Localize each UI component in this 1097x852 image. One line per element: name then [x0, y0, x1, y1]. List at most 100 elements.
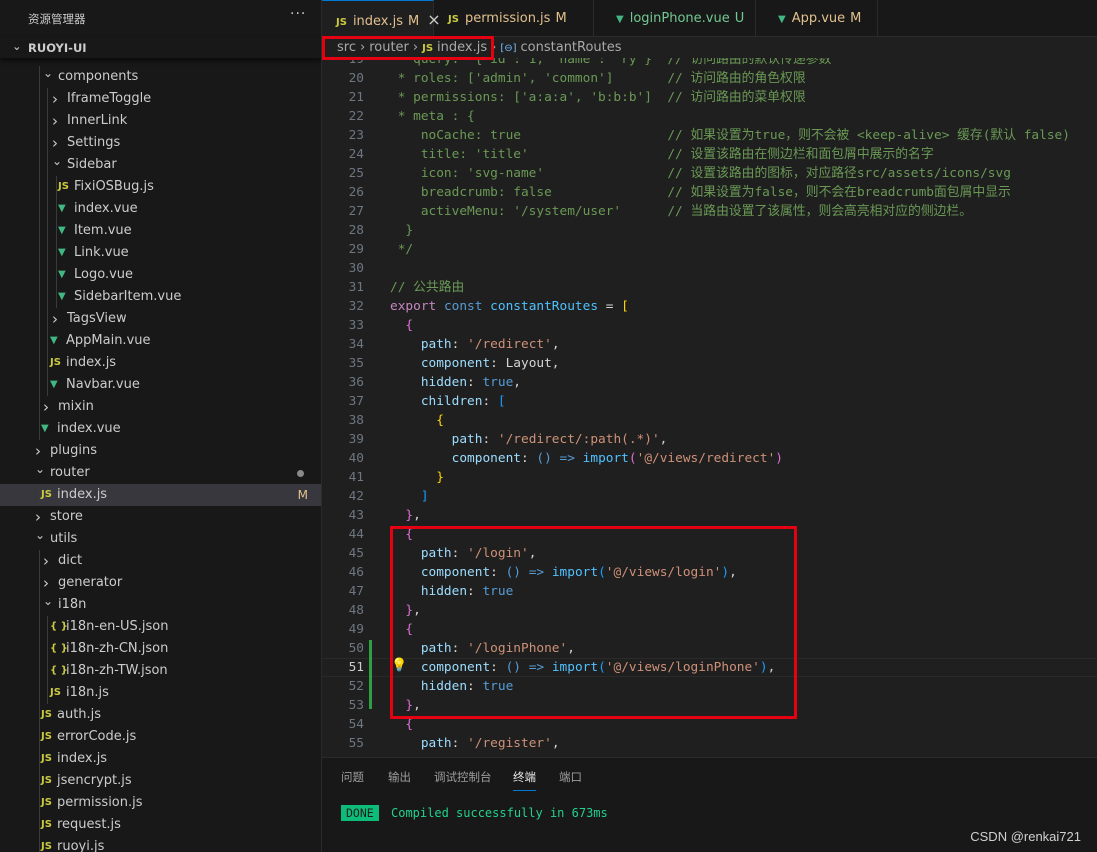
code-line[interactable]: 36 hidden: true,: [322, 373, 1097, 392]
tree-item[interactable]: { } i18n-zh-TW.json: [0, 660, 321, 682]
code-line[interactable]: 37 children: [: [322, 392, 1097, 411]
tree-item[interactable]: ▼ Link.vue: [0, 242, 321, 264]
code-line[interactable]: 24 title: 'title' // 设置该路由在侧边栏和面包屑中展示的名字: [322, 145, 1097, 164]
folder-name: components: [58, 69, 139, 84]
breadcrumb-src[interactable]: src: [337, 40, 356, 55]
tree-item[interactable]: ▼ Item.vue: [0, 220, 321, 242]
panel-tab[interactable]: 调试控制台: [434, 769, 492, 785]
panel-tab[interactable]: 端口: [559, 769, 582, 785]
tree-item[interactable]: › InnerLink: [0, 110, 321, 132]
indent-guide: [47, 242, 48, 264]
code-line[interactable]: 34 path: '/redirect',: [322, 335, 1097, 354]
tree-item[interactable]: ▼ index.vue: [0, 418, 321, 440]
code-line[interactable]: 35 component: Layout,: [322, 354, 1097, 373]
vue-file-icon: ▼: [50, 335, 58, 346]
tree-item[interactable]: ⌄ i18n: [0, 594, 321, 616]
code-line[interactable]: 19 * query: '{"id": 1, "name": "ry"}' //…: [322, 58, 1097, 69]
tree-item[interactable]: › store: [0, 506, 321, 528]
tree-item[interactable]: ⌄ router: [0, 462, 321, 484]
tree-item[interactable]: › plugins: [0, 440, 321, 462]
tab-permission-js[interactable]: JS permission.js M: [434, 0, 594, 37]
tree-item[interactable]: › Settings: [0, 132, 321, 154]
folder-name: store: [50, 509, 83, 524]
panel-tab[interactable]: 问题: [341, 769, 364, 785]
tree-item[interactable]: { } i18n-zh-CN.json: [0, 638, 321, 660]
tree-item[interactable]: JS errorCode.js: [0, 726, 321, 748]
code-line[interactable]: 43 },: [322, 506, 1097, 525]
code-line[interactable]: 41 }: [322, 468, 1097, 487]
code-line[interactable]: 50 path: '/loginPhone',: [322, 639, 1097, 658]
js-file-icon: JS: [50, 357, 61, 368]
code-line[interactable]: 27 activeMenu: '/system/user' // 当路由设置了该…: [322, 202, 1097, 221]
breadcrumb-file[interactable]: index.js: [437, 40, 487, 55]
indent-guide: [39, 418, 40, 440]
code-line[interactable]: 33 {: [322, 316, 1097, 335]
lightbulb-icon[interactable]: 💡: [391, 658, 407, 673]
tree-item[interactable]: JS index.js: [0, 748, 321, 770]
tab-loginPhone-vue[interactable]: ▼ loginPhone.vue U: [594, 0, 756, 37]
code-line[interactable]: 40 component: () => import('@/views/redi…: [322, 449, 1097, 468]
code-line[interactable]: 32 export const constantRoutes = [: [322, 297, 1097, 316]
workspace-root[interactable]: ⌄ RUOYI-UI: [0, 37, 321, 58]
tab-label: loginPhone.vue: [629, 11, 730, 26]
indent-guide: [39, 198, 40, 220]
code-line[interactable]: 20 * roles: ['admin', 'common'] // 访问路由的…: [322, 69, 1097, 88]
code-line[interactable]: 44 {: [322, 525, 1097, 544]
tree-item[interactable]: › dict: [0, 550, 321, 572]
panel-tab[interactable]: 终端: [513, 769, 536, 791]
tree-item[interactable]: › IframeToggle: [0, 88, 321, 110]
code-line[interactable]: 52 hidden: true: [322, 677, 1097, 696]
tree-item[interactable]: ⌄ components: [0, 66, 321, 88]
tree-item[interactable]: JS permission.js: [0, 792, 321, 814]
code-line[interactable]: 22 * meta : {: [322, 107, 1097, 126]
code-line[interactable]: 25 icon: 'svg-name' // 设置该路由的图标，对应路径src/…: [322, 164, 1097, 183]
tree-item[interactable]: › mixin: [0, 396, 321, 418]
tree-item[interactable]: JS jsencrypt.js: [0, 770, 321, 792]
tree-item[interactable]: ▼ index.vue: [0, 198, 321, 220]
code-line[interactable]: 42 ]: [322, 487, 1097, 506]
tree-item[interactable]: ▼ Navbar.vue: [0, 374, 321, 396]
code-line[interactable]: 31 // 公共路由: [322, 278, 1097, 297]
more-actions-icon[interactable]: ···: [290, 6, 306, 22]
tree-item[interactable]: ▼ Logo.vue: [0, 264, 321, 286]
tree-item[interactable]: JS index.js: [0, 352, 321, 374]
tree-item[interactable]: ▼ SidebarItem.vue: [0, 286, 321, 308]
tree-item[interactable]: JS FixiOSBug.js: [0, 176, 321, 198]
code-line[interactable]: 51 component: () => import('@/views/logi…: [322, 658, 1097, 677]
code-line[interactable]: 30: [322, 259, 1097, 278]
tree-item[interactable]: JS i18n.js: [0, 682, 321, 704]
code-line[interactable]: 29 */: [322, 240, 1097, 259]
folder-name: Settings: [67, 135, 121, 150]
tree-item[interactable]: JS ruoyi.js: [0, 836, 321, 852]
breadcrumb-symbol[interactable]: constantRoutes: [521, 40, 622, 55]
tab-index-js[interactable]: JS index.js M ×: [322, 0, 441, 37]
code-line[interactable]: 39 path: '/redirect/:path(.*)',: [322, 430, 1097, 449]
code-line[interactable]: 47 hidden: true: [322, 582, 1097, 601]
code-line[interactable]: 28 }: [322, 221, 1097, 240]
line-content: * query: '{"id": 1, "name": "ry"}' // 访问…: [390, 58, 832, 69]
tree-item[interactable]: { } i18n-en-US.json: [0, 616, 321, 638]
code-line[interactable]: 55 path: '/register',: [322, 734, 1097, 753]
panel-tab[interactable]: 输出: [388, 769, 411, 785]
tree-item[interactable]: JS index.js M: [0, 484, 321, 506]
code-line[interactable]: 21 * permissions: ['a:a:a', 'b:b:b'] // …: [322, 88, 1097, 107]
tree-item[interactable]: ⌄ Sidebar: [0, 154, 321, 176]
line-content: {: [390, 620, 413, 639]
tree-item[interactable]: › TagsView: [0, 308, 321, 330]
code-line[interactable]: 48 },: [322, 601, 1097, 620]
tree-item[interactable]: JS request.js: [0, 814, 321, 836]
code-line[interactable]: 49 {: [322, 620, 1097, 639]
tree-item[interactable]: JS auth.js: [0, 704, 321, 726]
tree-item[interactable]: ▼ AppMain.vue: [0, 330, 321, 352]
code-line[interactable]: 38 {: [322, 411, 1097, 430]
tree-item[interactable]: ⌄ utils: [0, 528, 321, 550]
breadcrumb-router[interactable]: router: [369, 40, 409, 55]
tab-App-vue[interactable]: ▼ App.vue M: [756, 0, 878, 37]
code-line[interactable]: 23 noCache: true // 如果设置为true，则不会被 <keep…: [322, 126, 1097, 145]
code-editor[interactable]: 19 * query: '{"id": 1, "name": "ry"}' //…: [322, 58, 1097, 757]
code-line[interactable]: 45 path: '/login',: [322, 544, 1097, 563]
code-line[interactable]: 54 {: [322, 715, 1097, 734]
code-line[interactable]: 53 },: [322, 696, 1097, 715]
code-line[interactable]: 26 breadcrumb: false // 如果设置为false，则不会在b…: [322, 183, 1097, 202]
code-line[interactable]: 46 component: () => import('@/views/logi…: [322, 563, 1097, 582]
